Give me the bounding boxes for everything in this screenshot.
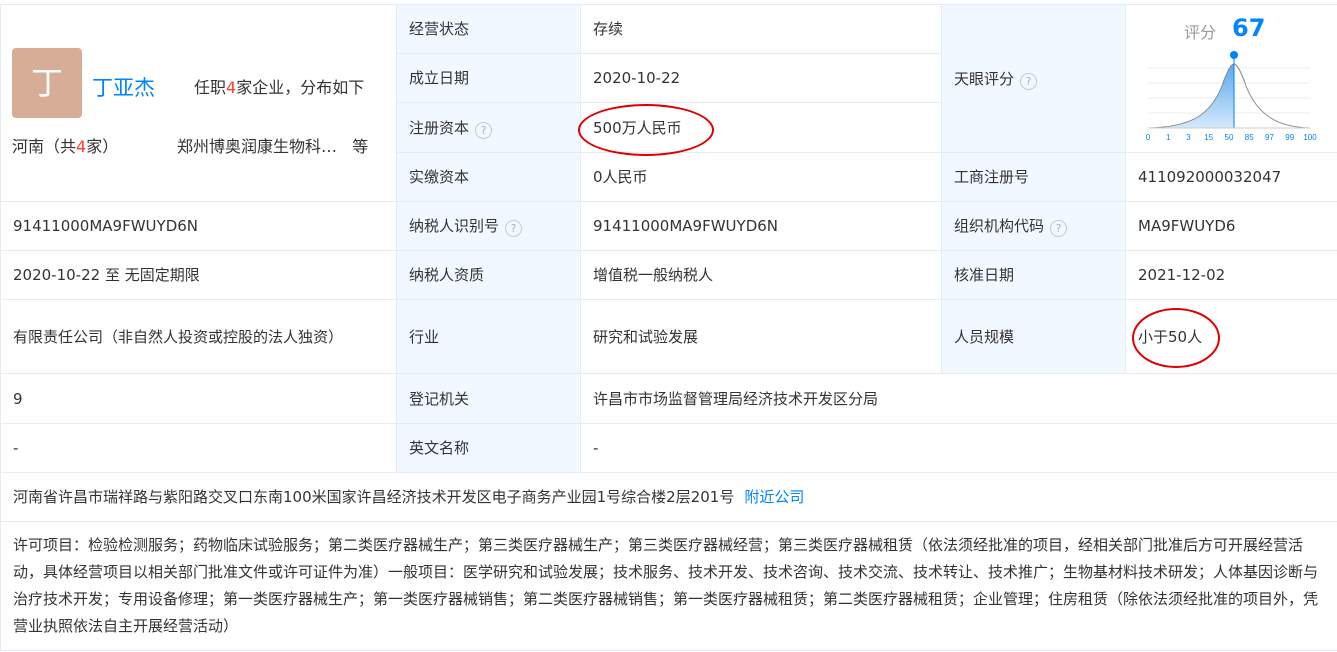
industry-label: 行业 bbox=[396, 299, 581, 374]
axis-tick-label: 100 bbox=[1303, 133, 1317, 142]
staff-size-label: 人员规模 bbox=[941, 299, 1126, 374]
axis-tick-label: 3 bbox=[1186, 133, 1191, 142]
address-value: 河南省许昌市瑞祥路与紫阳路交叉口东南100米国家许昌经济技术开发区电子商务产业园… bbox=[13, 488, 735, 506]
help-icon[interactable]: ? bbox=[475, 121, 493, 139]
jobs-suffix: 家企业，分布如下 bbox=[236, 78, 365, 97]
legal-rep-name-link[interactable]: 丁亚杰 bbox=[92, 72, 155, 102]
status-value: 存续 bbox=[580, 4, 942, 54]
taxpayer-id-label-cell: 纳税人识别号? bbox=[396, 201, 581, 251]
avatar: 丁 bbox=[12, 48, 82, 118]
status-label: 经营状态 bbox=[396, 4, 581, 54]
former-name-value: - bbox=[0, 423, 397, 473]
authority-label: 登记机关 bbox=[396, 373, 581, 424]
credit-code-value: 91411000MA9FWUYD6N bbox=[0, 201, 397, 251]
org-code-label: 组织机构代码 bbox=[954, 217, 1045, 235]
help-icon[interactable]: ? bbox=[1020, 72, 1038, 90]
help-icon[interactable]: ? bbox=[1050, 220, 1068, 237]
score-value: 67 bbox=[1232, 14, 1266, 42]
paid-capital-value: 0人民币 bbox=[580, 152, 942, 202]
help-icon[interactable]: ? bbox=[505, 220, 523, 237]
taxpayer-type-label: 纳税人资质 bbox=[396, 250, 581, 300]
founded-value: 2020-10-22 bbox=[580, 53, 942, 103]
biz-reg-value: 411092000032047 bbox=[1125, 152, 1337, 202]
region-summary: 河南（共4家） bbox=[12, 133, 118, 157]
reg-capital-label-cell: 注册资本? bbox=[396, 102, 581, 153]
address-cell: 河南省许昌市瑞祥路与紫阳路交叉口东南100米国家许昌经济技术开发区电子商务产业园… bbox=[0, 472, 1337, 522]
company-info-panel: 经营状态 存续 天眼评分? 成立日期 2020-10-22 注册资本? 500万… bbox=[0, 0, 1337, 652]
jobs-count: 4 bbox=[226, 78, 237, 97]
curve-fill bbox=[1148, 64, 1234, 128]
company-type-value: 有限责任公司（非自然人投资或控股的法人独资） bbox=[0, 299, 397, 374]
axis-tick-label: 85 bbox=[1245, 133, 1254, 142]
region-count: 4 bbox=[76, 137, 87, 156]
authority-value: 许昌市市场监督管理局经济技术开发区分局 bbox=[580, 373, 1337, 424]
english-name-label: 英文名称 bbox=[396, 423, 581, 473]
paid-capital-label: 实缴资本 bbox=[396, 152, 581, 202]
org-code-value: MA9FWUYD6 bbox=[1125, 201, 1337, 251]
reg-capital-label: 注册资本 bbox=[409, 118, 470, 137]
companies-suffix: 等 bbox=[352, 137, 369, 156]
jobs-prefix: 任职 bbox=[194, 78, 227, 97]
org-code-label-cell: 组织机构代码? bbox=[941, 201, 1126, 251]
annotation-circle bbox=[1132, 308, 1220, 368]
tianyan-score-label-cell: 天眼评分? bbox=[941, 4, 1126, 153]
biz-reg-label: 工商注册号 bbox=[941, 152, 1126, 202]
industry-value: 研究和试验发展 bbox=[580, 299, 942, 374]
english-name-value: - bbox=[580, 423, 1337, 473]
region-suffix: 家） bbox=[86, 137, 119, 156]
tianyan-score-label: 天眼评分 bbox=[954, 69, 1015, 88]
nearby-companies-link[interactable]: 附近公司 bbox=[744, 488, 804, 506]
score-marker-pin bbox=[1230, 51, 1238, 59]
axis-tick-label: 15 bbox=[1204, 133, 1213, 142]
score-axis-labels: 0 1 3 15 50 85 97 99 100 bbox=[1146, 133, 1317, 142]
axis-tick-label: 97 bbox=[1265, 133, 1274, 142]
axis-tick-label: 1 bbox=[1166, 133, 1171, 142]
score-distribution-chart: 0 1 3 15 50 85 97 99 100 bbox=[1146, 51, 1317, 142]
founded-label: 成立日期 bbox=[396, 53, 581, 103]
term-value: 2020-10-22 至 无固定期限 bbox=[0, 250, 397, 300]
companies-list[interactable]: 郑州博奥润康生物科… bbox=[177, 137, 337, 156]
annotation-circle bbox=[578, 104, 714, 156]
taxpayer-type-value: 增值税一般纳税人 bbox=[580, 250, 942, 300]
score-label: 评分 bbox=[1184, 23, 1217, 42]
business-scope-value: 许可项目：检验检测服务；药物临床试验服务；第二类医疗器械生产；第三类医疗器械生产… bbox=[0, 521, 1337, 651]
taxpayer-id-label: 纳税人识别号 bbox=[409, 217, 500, 235]
axis-tick-label: 50 bbox=[1225, 133, 1234, 142]
insured-count-value: 9 bbox=[0, 373, 397, 424]
taxpayer-id-value: 91411000MA9FWUYD6N bbox=[580, 201, 942, 251]
axis-tick-label: 0 bbox=[1146, 133, 1151, 142]
region-prefix: 河南（共 bbox=[12, 137, 77, 156]
axis-tick-label: 99 bbox=[1285, 133, 1294, 142]
approve-date-value: 2021-12-02 bbox=[1125, 250, 1337, 300]
approve-date-label: 核准日期 bbox=[941, 250, 1126, 300]
companies-summary[interactable]: 郑州博奥润康生物科… 等 bbox=[177, 133, 368, 157]
jobs-summary: 任职4家企业，分布如下 bbox=[194, 74, 364, 98]
